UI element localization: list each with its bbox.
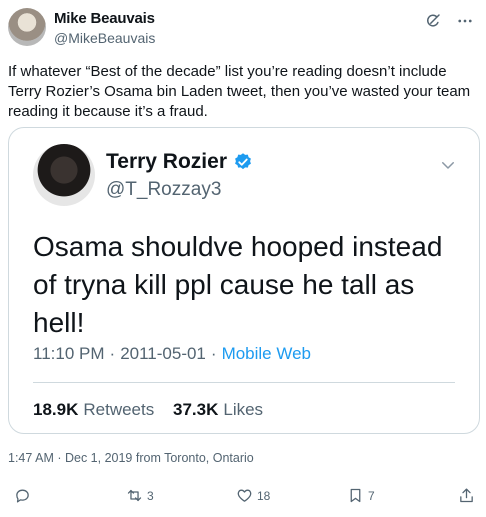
meta-separator: ·: [109, 344, 116, 363]
quoted-date: 2011-05-01: [120, 344, 206, 363]
quoted-likes[interactable]: 37.3K Likes: [173, 400, 263, 419]
like-icon: [237, 489, 252, 502]
like-count: 18: [257, 488, 271, 503]
author-avatar[interactable]: [8, 8, 46, 46]
chevron-down-icon[interactable]: [439, 156, 457, 174]
quoted-source-link[interactable]: Mobile Web: [222, 344, 311, 363]
share-icon: [460, 488, 473, 503]
retweet-icon: [127, 489, 142, 502]
quoted-divider: [33, 382, 455, 383]
meta-separator: ·: [210, 344, 217, 363]
quoted-time: 11:10 PM: [33, 344, 105, 363]
quoted-retweets[interactable]: 18.9K Retweets: [33, 400, 154, 419]
likes-label: Likes: [223, 400, 264, 419]
like-button[interactable]: 18: [236, 487, 270, 504]
quoted-tweet-meta: 11:10 PM · 2011-05-01 · Mobile Web: [33, 344, 311, 364]
tweet-actions: 3 18 7: [0, 487, 486, 513]
bookmark-icon: [350, 488, 361, 503]
quoted-author-name-row[interactable]: Terry Rozier: [106, 150, 253, 174]
grok-icon[interactable]: [424, 12, 442, 30]
author-name[interactable]: Mike Beauvais: [54, 10, 155, 27]
tweet: Mike Beauvais @MikeBeauvais If whatever …: [0, 0, 486, 517]
reply-button[interactable]: [14, 487, 35, 504]
reply-icon: [16, 489, 29, 503]
quoted-author-name[interactable]: Terry Rozier: [106, 150, 227, 174]
more-icon[interactable]: [456, 12, 474, 30]
likes-count: 37.3K: [172, 400, 219, 419]
bookmark-button[interactable]: 7: [347, 487, 375, 504]
quoted-author-handle[interactable]: @T_Rozzay3: [106, 179, 221, 201]
bookmark-count: 7: [368, 488, 375, 503]
tweet-text: If whatever “Best of the decade” list yo…: [8, 63, 471, 120]
retweet-count: 3: [147, 488, 154, 503]
tweet-header-actions: [424, 12, 474, 30]
retweets-label: Retweets: [83, 400, 155, 419]
tweet-timestamp[interactable]: 1:47 AM · Dec 1, 2019 from Toronto, Onta…: [8, 451, 254, 465]
share-button[interactable]: [458, 487, 475, 504]
author-handle[interactable]: @MikeBeauvais: [54, 30, 155, 46]
quoted-tweet-text: Osama shouldve hooped instead of tryna k…: [33, 231, 443, 338]
quoted-stats: 18.9K Retweets 37.3K Likes: [33, 400, 277, 420]
retweets-count: 18.9K: [33, 400, 79, 419]
quoted-tweet-card[interactable]: Terry Rozier @T_Rozzay3 Osama shouldve h…: [8, 127, 480, 434]
quoted-author-avatar[interactable]: [33, 144, 95, 206]
verified-icon: [235, 153, 251, 170]
retweet-button[interactable]: 3: [126, 487, 154, 504]
